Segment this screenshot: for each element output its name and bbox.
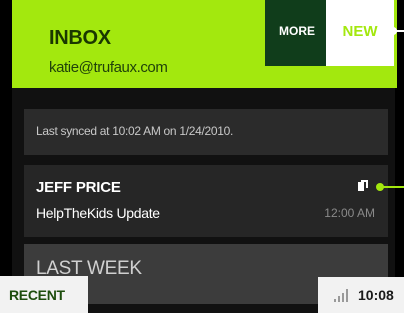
more-button-label: MORE [279, 24, 315, 38]
account-email: katie@trufaux.com [49, 59, 168, 76]
more-button[interactable]: MORE [265, 0, 329, 66]
recent-button[interactable]: RECENT [0, 276, 88, 313]
email-subject: HelpTheKids Update [36, 205, 160, 221]
email-time: 12:00 AM [324, 206, 375, 220]
sync-status-text: Last synced at 10:02 AM on 1/24/2010. [36, 124, 234, 138]
sync-status-row: Last synced at 10:02 AM on 1/24/2010. [24, 109, 388, 155]
email-list-item[interactable]: JEFF PRICE HelpTheKids Update 12:00 AM [24, 165, 388, 237]
signal-strength-icon [334, 289, 348, 302]
attachment-icon [358, 180, 368, 191]
status-bar: 10:08 [318, 277, 404, 313]
new-pointer-dot-icon [389, 27, 397, 35]
email-sender: JEFF PRICE [36, 179, 121, 196]
new-button-label: NEW [342, 23, 378, 40]
clock: 10:08 [358, 287, 394, 303]
recent-button-label: RECENT [9, 287, 65, 303]
new-button[interactable]: NEW [326, 0, 394, 66]
selection-pointer-dot-icon [376, 183, 384, 191]
inbox-title: INBOX [49, 27, 111, 49]
